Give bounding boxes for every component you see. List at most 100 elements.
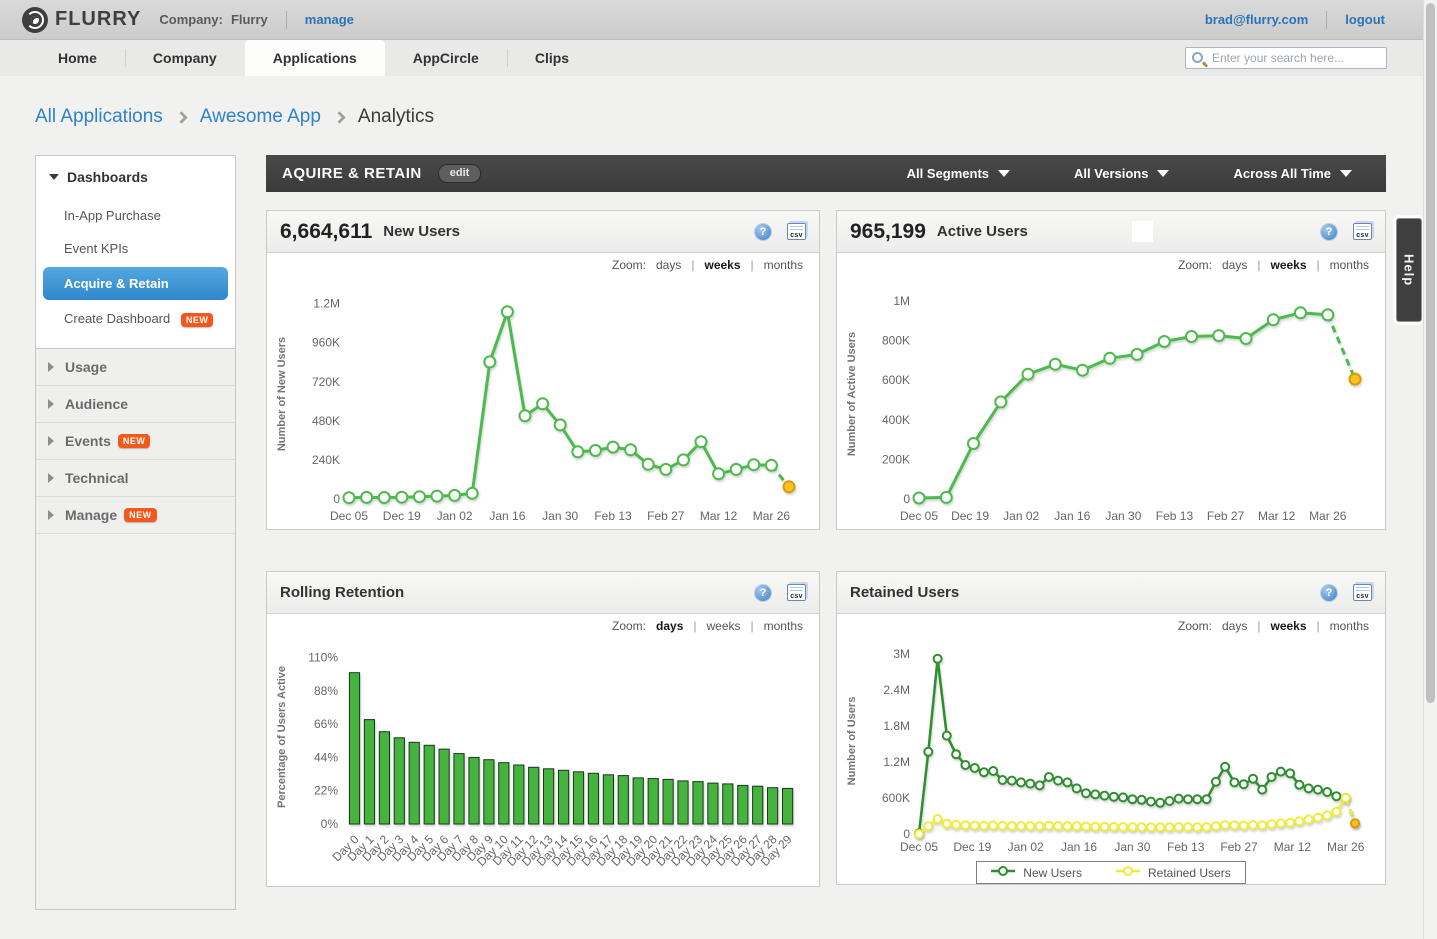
logout-link[interactable]: logout xyxy=(1345,12,1385,27)
svg-text:Dec 19: Dec 19 xyxy=(383,509,421,523)
zoom-label: Zoom: xyxy=(1178,258,1212,272)
svg-text:720K: 720K xyxy=(312,375,340,389)
zoom-months-link[interactable]: months xyxy=(764,258,803,272)
sidebar-group-events[interactable]: Events NEW xyxy=(36,423,235,460)
sidebar-item-acquire-retain[interactable]: Acquire & Retain xyxy=(43,267,228,300)
csv-export-icon[interactable]: csv xyxy=(1353,584,1372,601)
csv-export-icon[interactable]: csv xyxy=(787,223,806,240)
svg-text:110%: 110% xyxy=(308,651,338,665)
svg-text:Number of Users: Number of Users xyxy=(846,697,858,786)
svg-text:Jan 02: Jan 02 xyxy=(1003,509,1039,523)
svg-text:1M: 1M xyxy=(893,294,910,308)
svg-text:Feb 13: Feb 13 xyxy=(594,509,632,523)
tab-applications[interactable]: Applications xyxy=(245,40,385,76)
help-icon[interactable]: ? xyxy=(1321,585,1337,601)
svg-text:Percentage of Users Active: Percentage of Users Active xyxy=(276,666,288,808)
new-users-chart-title: New Users xyxy=(383,223,460,240)
zoom-label: Zoom: xyxy=(1178,619,1212,633)
tab-company[interactable]: Company xyxy=(125,40,245,76)
breadcrumb-awesome-app[interactable]: Awesome App xyxy=(200,106,321,128)
breadcrumb: All Applications Awesome App Analytics xyxy=(35,106,434,128)
company-label: Company: xyxy=(159,12,223,27)
breadcrumb-chevron-icon xyxy=(333,111,346,124)
search-input[interactable] xyxy=(1212,49,1382,67)
svg-text:Dec 05: Dec 05 xyxy=(330,509,368,523)
svg-text:22%: 22% xyxy=(314,784,338,798)
svg-text:Feb 27: Feb 27 xyxy=(1220,840,1258,854)
zoom-days-link[interactable]: days xyxy=(1222,258,1247,272)
new-badge: NEW xyxy=(181,313,214,327)
separator xyxy=(693,619,696,633)
sidebar: Dashboards In-App Purchase Event KPIs Ac… xyxy=(35,155,236,910)
chevron-right-icon xyxy=(48,473,59,483)
help-icon[interactable]: ? xyxy=(1321,224,1337,240)
tab-clips[interactable]: Clips xyxy=(507,40,597,76)
time-range-dropdown-label: Across All Time xyxy=(1233,166,1331,181)
top-bar: FLURRY Company: Flurry manage brad@flurr… xyxy=(0,0,1437,40)
sidebar-group-technical[interactable]: Technical xyxy=(36,460,235,497)
svg-text:Jan 16: Jan 16 xyxy=(1054,509,1090,523)
sidebar-item-in-app-purchase[interactable]: In-App Purchase xyxy=(36,199,235,232)
csv-export-icon[interactable]: csv xyxy=(1353,223,1372,240)
zoom-weeks-link[interactable]: weeks xyxy=(1270,619,1306,633)
edit-button[interactable]: edit xyxy=(438,164,482,183)
time-range-dropdown[interactable]: Across All Time xyxy=(1233,164,1352,183)
company-value: Flurry xyxy=(231,12,268,27)
flurry-logo[interactable]: FLURRY xyxy=(22,7,141,33)
chevron-right-icon xyxy=(48,399,59,409)
versions-dropdown[interactable]: All Versions xyxy=(1074,164,1169,183)
sidebar-item-event-kpis[interactable]: Event KPIs xyxy=(36,232,235,265)
sidebar-group-usage[interactable]: Usage xyxy=(36,349,235,386)
help-icon[interactable]: ? xyxy=(755,224,771,240)
segments-dropdown[interactable]: All Segments xyxy=(907,164,1010,183)
svg-text:Mar 12: Mar 12 xyxy=(700,509,738,523)
svg-text:Dec 19: Dec 19 xyxy=(953,840,991,854)
help-tab[interactable]: Help xyxy=(1396,218,1422,322)
sidebar-group-label: Events xyxy=(65,433,111,449)
separator xyxy=(751,619,754,633)
divider xyxy=(1326,11,1327,29)
scrollbar-thumb[interactable] xyxy=(1426,3,1435,703)
zoom-months-link[interactable]: months xyxy=(764,619,803,633)
svg-text:Jan 30: Jan 30 xyxy=(1114,840,1150,854)
svg-text:66%: 66% xyxy=(314,717,338,731)
svg-text:Jan 02: Jan 02 xyxy=(437,509,473,523)
zoom-weeks-link[interactable]: weeks xyxy=(1270,258,1306,272)
zoom-weeks-link[interactable]: weeks xyxy=(704,258,740,272)
zoom-days-link[interactable]: days xyxy=(1222,619,1247,633)
breadcrumb-analytics: Analytics xyxy=(358,106,434,128)
sidebar-section-dashboards[interactable]: Dashboards xyxy=(36,156,235,199)
csv-export-icon[interactable]: csv xyxy=(787,584,806,601)
zoom-weeks-link[interactable]: weeks xyxy=(707,619,741,633)
new-users-metric-value: 6,664,611 xyxy=(280,220,372,244)
separator xyxy=(1257,258,1260,272)
tab-appcircle[interactable]: AppCircle xyxy=(385,40,507,76)
svg-text:Mar 12: Mar 12 xyxy=(1258,509,1296,523)
svg-text:960K: 960K xyxy=(312,336,340,350)
sidebar-item-create-dashboard[interactable]: Create Dashboard NEW xyxy=(36,302,235,336)
svg-text:1.2M: 1.2M xyxy=(313,297,340,311)
chevron-right-icon xyxy=(48,510,59,520)
svg-text:Feb 27: Feb 27 xyxy=(647,509,685,523)
svg-text:Feb 13: Feb 13 xyxy=(1156,509,1194,523)
zoom-months-link[interactable]: months xyxy=(1330,258,1369,272)
zoom-months-link[interactable]: months xyxy=(1330,619,1369,633)
new-badge: NEW xyxy=(124,508,157,522)
sidebar-group-audience[interactable]: Audience xyxy=(36,386,235,423)
sidebar-group-label: Audience xyxy=(65,396,128,412)
zoom-days-link[interactable]: days xyxy=(656,258,681,272)
sidebar-group-manage[interactable]: Manage NEW xyxy=(36,497,235,534)
manage-link[interactable]: manage xyxy=(305,12,354,27)
svg-text:1.8M: 1.8M xyxy=(883,719,910,733)
breadcrumb-all-applications[interactable]: All Applications xyxy=(35,106,163,128)
zoom-days-link[interactable]: days xyxy=(656,619,683,633)
svg-text:400K: 400K xyxy=(882,413,910,427)
svg-text:Number of New Users: Number of New Users xyxy=(276,337,288,451)
user-email-link[interactable]: brad@flurry.com xyxy=(1205,12,1308,27)
active-users-chart-panel: 965,199 Active Users ? csv Zoom: days we… xyxy=(836,210,1386,530)
search-icon xyxy=(1192,52,1203,63)
nav-bar: Home Company Applications AppCircle Clip… xyxy=(0,40,1437,76)
svg-text:1.2M: 1.2M xyxy=(883,755,910,769)
help-icon[interactable]: ? xyxy=(755,585,771,601)
tab-home[interactable]: Home xyxy=(30,40,125,76)
